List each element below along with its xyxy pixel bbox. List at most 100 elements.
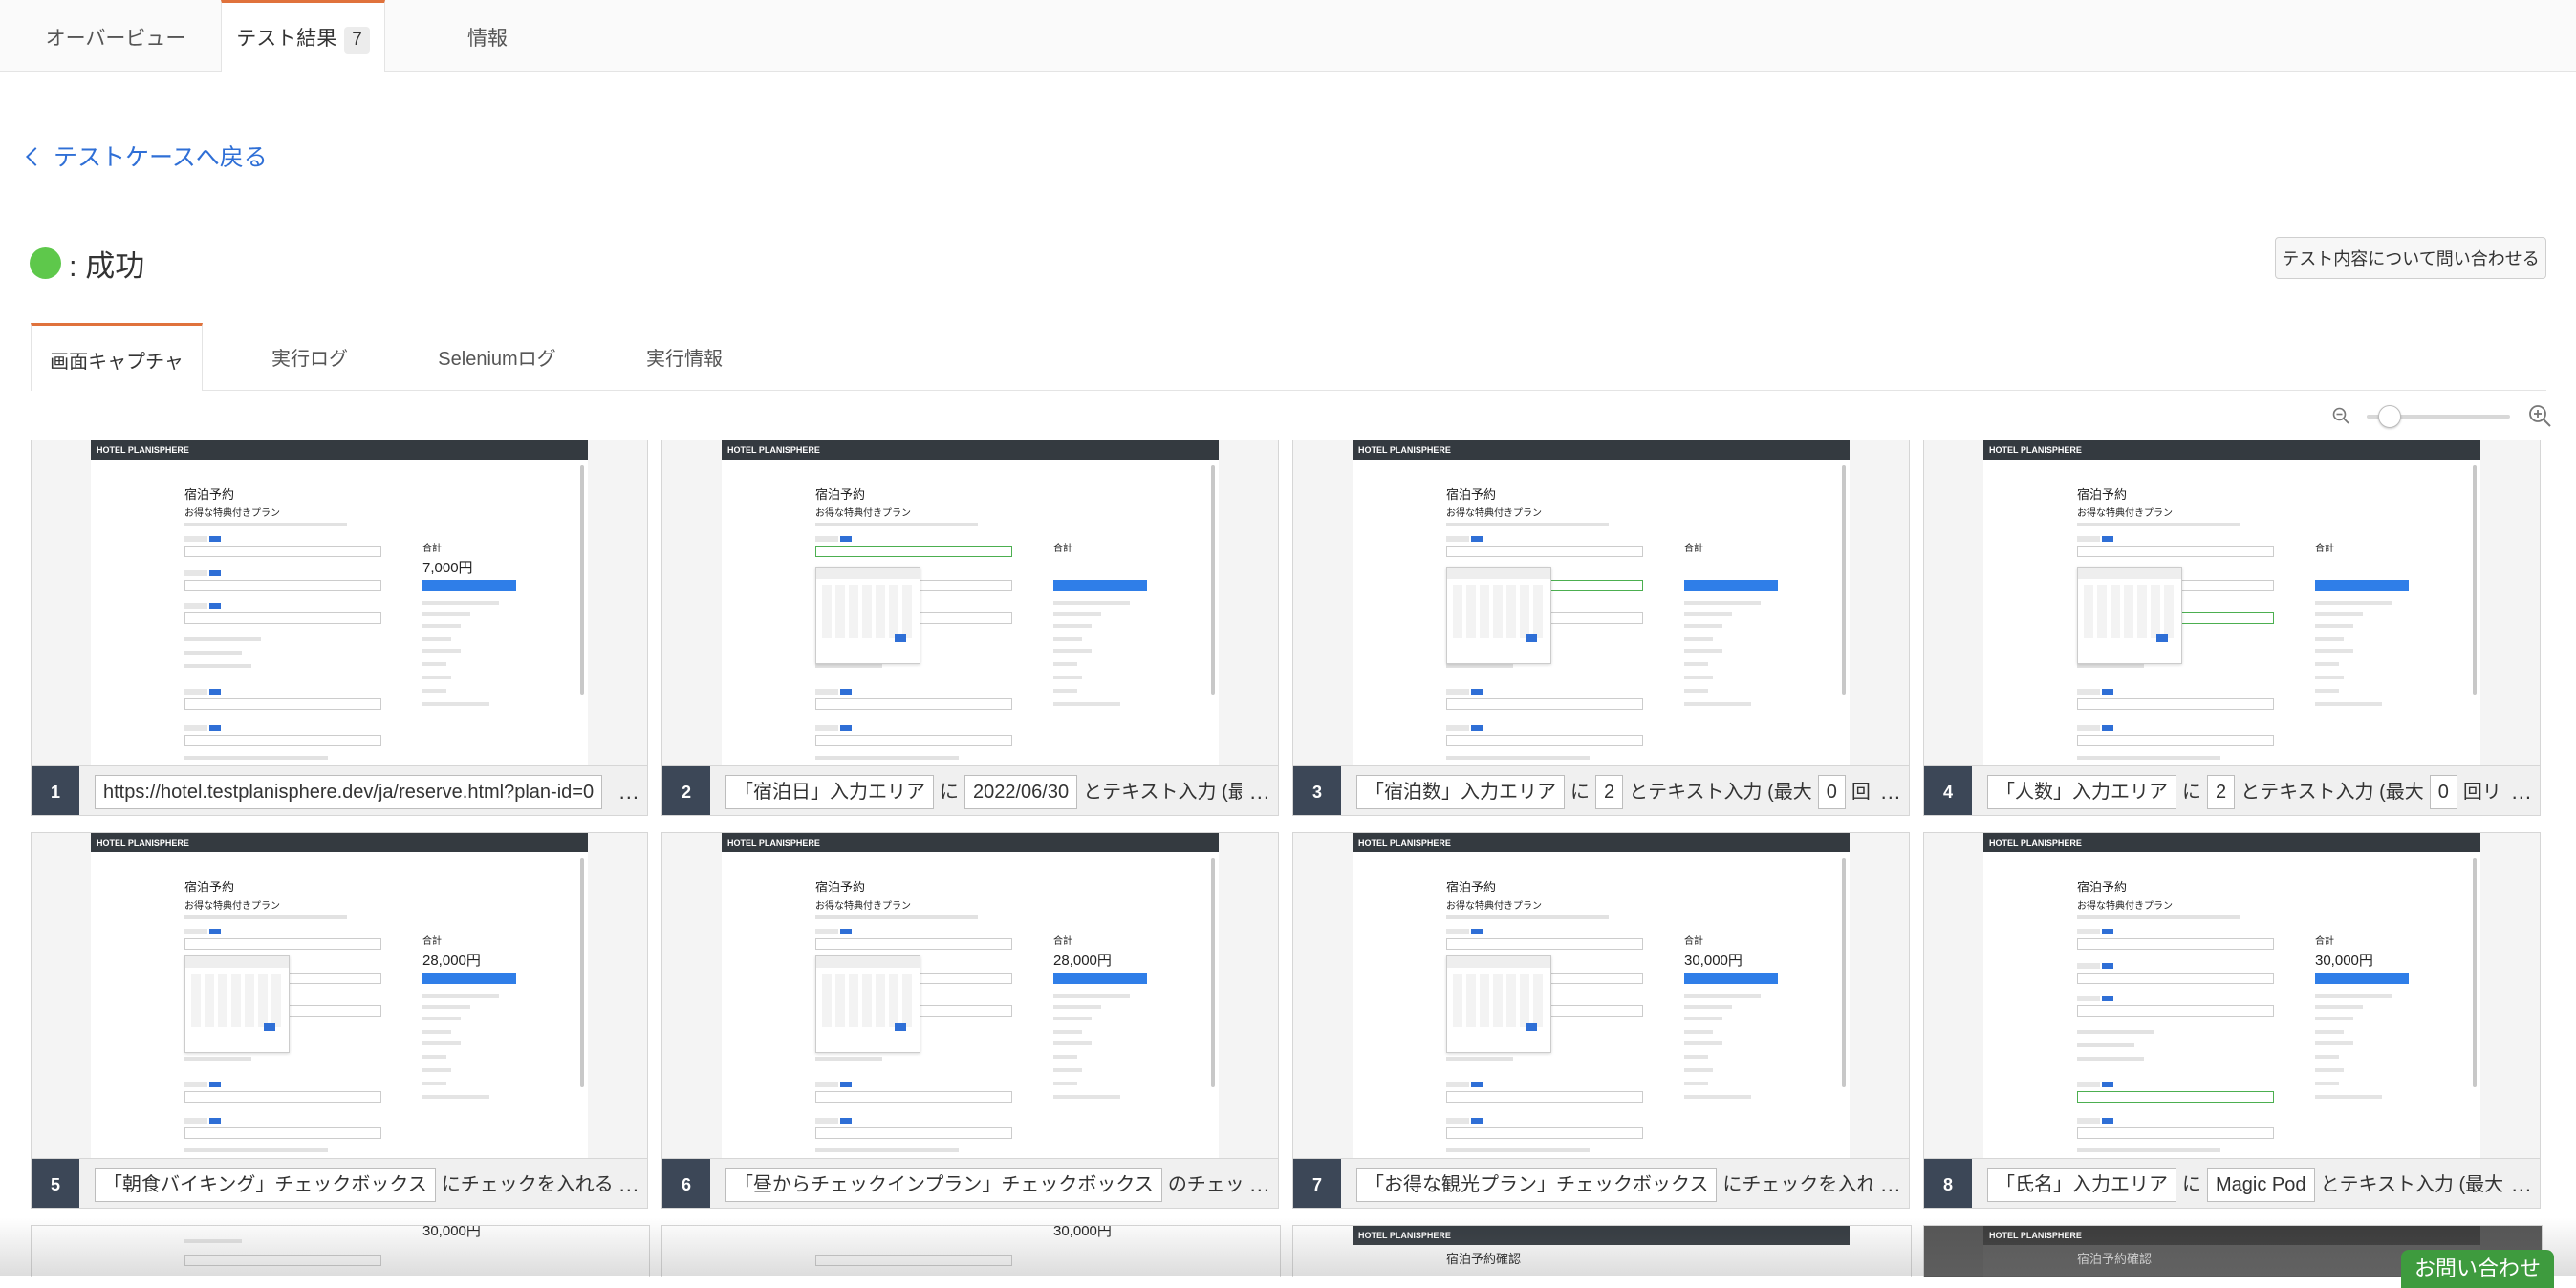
thumbnail-header: HOTEL PLANISPHERE [1353, 833, 1850, 852]
screenshot-thumbnail: HOTEL PLANISPHERE 宿泊予約 お得な特典付きプラン 合計 [1293, 440, 1909, 765]
more-options-icon[interactable]: ... [2512, 780, 2532, 805]
thumbnail-total-label: 合計 [2315, 936, 2334, 947]
screenshot-card-3[interactable]: HOTEL PLANISPHERE 宿泊予約 お得な特典付きプラン 合計 3 「宿泊数」入… [1292, 440, 1910, 816]
thumbnail-total-amount: 30,000円 [422, 1226, 481, 1239]
step-text: 回 [1851, 781, 1871, 803]
zoom-out-icon[interactable] [2332, 407, 2349, 424]
thumbnail-plan-name: お得な特典付きプラン [184, 901, 280, 912]
tab-execution-info[interactable]: 実行情報 [617, 323, 751, 390]
thumbnail-total-amount: 28,000円 [1053, 953, 1112, 969]
zoom-in-icon[interactable] [2528, 404, 2551, 427]
thumbnail-calendar-popup [815, 955, 920, 1053]
thumbnail-page: HOTEL PLANISPHERE 宿泊予約 お得な特典付きプラン 合計 28,000円 [722, 833, 1219, 1158]
step-text: とテキスト入力 (最大 [1629, 781, 1812, 803]
screenshot-thumbnail: HOTEL PLANISPHERE 宿泊予約 お得な特典付きプラン 合計 30,000円 [1293, 833, 1909, 1158]
thumbnail-header: HOTEL PLANISPHERE [1983, 440, 2480, 460]
thumbnail-page: HOTEL PLANISPHERE 宿泊予約 お得な特典付きプラン 合計 [1353, 440, 1850, 765]
screenshot-card-8[interactable]: HOTEL PLANISPHERE 宿泊予約お得な特典付きプラン合計 30,000円… [1923, 832, 2541, 1209]
step-text: 回リ [2462, 781, 2501, 803]
step-caption: 2 「宿泊日」入力エリアに 2022/06/30 とテキスト入力 (最... [662, 765, 1278, 815]
thumbnail-page: HOTEL PLANISPHERE 宿泊予約お得な特典付きプラン合計 30,000円 [1983, 833, 2480, 1158]
contact-about-test-button[interactable]: テスト内容について問い合わせる [2275, 237, 2546, 279]
step-value-chip: https://hotel.testplanisphere.dev/ja/res… [95, 774, 603, 809]
tab-screen-capture[interactable]: 画面キャプチャ [31, 323, 203, 391]
step-value-chip: 0 [1817, 774, 1846, 809]
screenshot-card-5[interactable]: HOTEL PLANISPHERE 宿泊予約 お得な特典付きプラン 合計 28,000円… [31, 832, 648, 1209]
back-to-test-case-link[interactable]: テストケースへ戻る [26, 139, 268, 173]
tab-test-results[interactable]: テスト結果 7 [221, 0, 385, 72]
more-options-icon[interactable]: ... [2512, 1172, 2532, 1197]
step-text: とテキスト入力 (最大 [2240, 781, 2424, 803]
step-caption: 6 「昼からチェックインプラン」チェックボックスのチェック... [662, 1158, 1278, 1208]
tab-overview[interactable]: オーバービュー [27, 0, 205, 71]
thumbnail-total-label: 合計 [422, 936, 442, 947]
screenshot-card-7[interactable]: HOTEL PLANISPHERE 宿泊予約 お得な特典付きプラン 合計 30,000円… [1292, 832, 1910, 1209]
step-number: 7 [1293, 1159, 1341, 1208]
screenshot-card-4[interactable]: HOTEL PLANISPHERE 宿泊予約 お得な特典付きプラン 合計 4 「人数」入力… [1923, 440, 2541, 816]
thumbnail-scrollbar [1211, 465, 1215, 695]
screenshot-thumbnail: HOTEL PLANISPHERE 宿泊予約お得な特典付きプラン合計 30,000円 [1924, 833, 2540, 1158]
screenshot-thumbnail: 30,000円 [91, 1226, 588, 1277]
thumbnail-total-amount: 30,000円 [1684, 953, 1743, 969]
tab-selenium-log[interactable]: Seleniumログ [421, 323, 574, 390]
top-tab-bar: オーバービュー テスト結果 7 情報 [0, 0, 2576, 72]
thumbnail-scrollbar [1211, 858, 1215, 1087]
thumbnail-title: 宿泊予約 [815, 880, 866, 894]
step-caption: 5 「朝食バイキング」チェックボックス にチェックを入れる... [32, 1158, 647, 1208]
more-options-icon[interactable]: ... [1250, 780, 1270, 805]
thumbnail-title: 宿泊予約確認 [2077, 1252, 2153, 1266]
more-options-icon[interactable]: ... [1250, 1172, 1270, 1197]
step-number: 8 [1924, 1159, 1972, 1208]
thumbnail-plan-name: お得な特典付きプラン [815, 901, 911, 912]
tab-selenium-log-label: Seleniumログ [438, 349, 556, 370]
step-caption: 4 「人数」入力エリアに 2 とテキスト入力 (最大 0 回リ... [1924, 765, 2540, 815]
thumbnail-plan-name: お得な特典付きプラン [2077, 901, 2173, 912]
result-status: : 成功 [30, 244, 144, 283]
thumbnail-page: HOTEL PLANISPHERE 宿泊予約 お得な特典付きプラン 合計 30,000円 [1353, 833, 1850, 1158]
screenshot-card-6[interactable]: HOTEL PLANISPHERE 宿泊予約 お得な特典付きプラン 合計 28,000円… [661, 832, 1279, 1209]
step-number: 1 [32, 766, 79, 815]
test-results-count-badge: 7 [344, 27, 370, 54]
zoom-slider-handle[interactable] [2377, 405, 2401, 428]
tab-screen-capture-label: 画面キャプチャ [50, 352, 184, 373]
result-sub-tab-bar: 画面キャプチャ 実行ログ Seleniumログ 実行情報 [31, 323, 2546, 391]
tab-execution-log[interactable]: 実行ログ [243, 323, 377, 390]
step-number: 4 [1924, 766, 1972, 815]
thumbnail-header: HOTEL PLANISPHERE [1983, 833, 2480, 852]
screenshot-card-11[interactable]: HOTEL PLANISPHERE 宿泊予約確認 [1292, 1225, 1912, 1277]
thumbnail-title: 宿泊予約 [1446, 487, 1497, 502]
tab-execution-info-label: 実行情報 [646, 349, 723, 370]
screenshot-thumbnail: HOTEL PLANISPHERE 宿泊予約 お得な特典付きプラン 合計 [662, 440, 1278, 765]
more-options-icon[interactable]: ... [1881, 780, 1901, 805]
screenshot-thumbnail: HOTEL PLANISPHERE 宿泊予約確認 [1353, 1226, 1850, 1277]
thumbnail-header: HOTEL PLANISPHERE [1353, 440, 1850, 460]
screenshot-thumbnail: 30,000円 [722, 1226, 1219, 1277]
chat-contact-button[interactable]: お問い合わせ [2401, 1250, 2554, 1288]
tab-execution-log-label: 実行ログ [271, 349, 348, 370]
screenshot-card-9[interactable]: 30,000円 [31, 1225, 650, 1277]
screenshot-thumbnail: HOTEL PLANISPHERE 宿泊予約 お得な特典付きプラン 合計 28,000円 [32, 833, 647, 1158]
thumbnail-total-label: 合計 [422, 544, 442, 554]
step-text: に [1570, 781, 1590, 803]
step-description: 「人数」入力エリアに 2 とテキスト入力 (最大 0 回リ [1987, 772, 2503, 810]
more-options-icon[interactable]: ... [619, 1172, 639, 1197]
thumbnail-total-amount: 28,000円 [422, 953, 481, 969]
thumbnail-scrollbar [580, 858, 584, 1087]
screenshot-card-1[interactable]: HOTEL PLANISPHERE 宿泊予約 お得な特典付きプラン 合計 7,000円 1… [31, 440, 648, 816]
more-options-icon[interactable]: ... [619, 780, 639, 805]
thumbnail-page: HOTEL PLANISPHERE 宿泊予約 お得な特典付きプラン 合計 7,000円 [91, 440, 588, 765]
step-number: 3 [1293, 766, 1341, 815]
tab-info-label: 情報 [467, 28, 508, 50]
thumbnail-total-amount: 30,000円 [2315, 953, 2373, 969]
screenshot-card-2[interactable]: HOTEL PLANISPHERE 宿泊予約 お得な特典付きプラン 合計 2 「宿泊日」入… [661, 440, 1279, 816]
tab-info[interactable]: 情報 [421, 0, 554, 71]
thumbnail-title: 宿泊予約 [815, 487, 866, 502]
step-description: 「宿泊数」入力エリアに 2 とテキスト入力 (最大 0 回 [1356, 772, 1872, 810]
thumbnail-header: HOTEL PLANISPHERE [1353, 1226, 1850, 1245]
thumbnail-title: 宿泊予約 [2077, 880, 2128, 894]
step-description: 「昼からチェックインプラン」チェックボックスのチェック [725, 1165, 1242, 1203]
thumbnail-header: HOTEL PLANISPHERE [91, 833, 588, 852]
thumbnail-scrollbar [580, 465, 584, 695]
screenshot-card-10[interactable]: 30,000円 [661, 1225, 1281, 1277]
more-options-icon[interactable]: ... [1881, 1172, 1901, 1197]
